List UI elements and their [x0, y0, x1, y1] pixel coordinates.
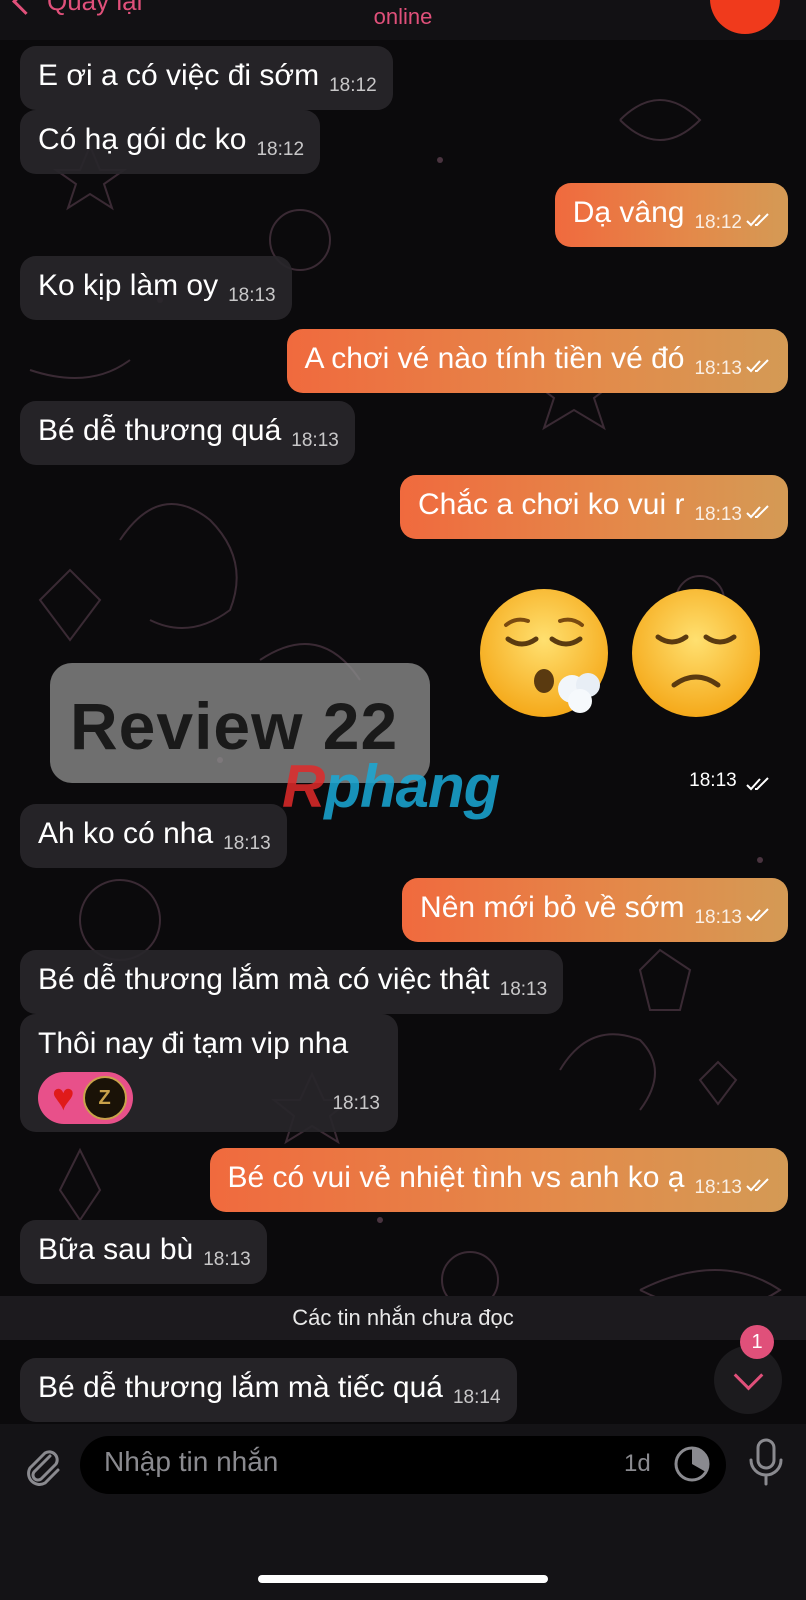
message-time: 18:13 — [694, 907, 742, 928]
exhaling-face-emoji[interactable] — [476, 585, 612, 721]
message-outgoing[interactable]: Nên mới bỏ về sớm 18:13 — [402, 878, 788, 942]
composer-bar: Nhập tin nhắn 1d — [0, 1424, 806, 1600]
message-incoming[interactable]: Bé dễ thương lắm mà tiếc quá 18:14 — [20, 1358, 517, 1422]
paperclip-icon[interactable] — [20, 1444, 64, 1488]
message-text: Ah ko có nha — [38, 817, 214, 850]
message-text: Bé dễ thương lắm mà có việc thật — [38, 963, 490, 996]
sticker-time: 18:13 — [689, 770, 772, 792]
message-outgoing[interactable]: Bé có vui vẻ nhiệt tình vs anh ko ạ 18:13 — [209, 1148, 788, 1212]
chevron-down-icon — [733, 1360, 763, 1390]
message-time: 18:14 — [452, 1387, 501, 1408]
message-text: Bé dễ thương quá — [38, 414, 282, 447]
message-text: Thôi nay đi tạm vip nha — [38, 1027, 349, 1060]
message-time: 18:13 — [291, 430, 339, 451]
message-time: 18:13 — [223, 833, 271, 854]
message-text: Chắc a chơi ko vui r — [418, 488, 685, 521]
message-text: Nên mới bỏ về sớm — [420, 891, 685, 924]
double-check-icon — [746, 1178, 769, 1192]
message-text: Dạ vâng — [572, 196, 685, 229]
reaction-bar[interactable]: ♥ Z — [38, 1072, 133, 1124]
message-time: 18:13 — [694, 358, 742, 379]
home-indicator[interactable] — [258, 1575, 548, 1583]
message-incoming[interactable]: Bé dễ thương quá 18:13 — [20, 401, 355, 465]
message-time: 18:13 — [689, 770, 737, 791]
message-incoming[interactable]: Bữa sau bù 18:13 — [20, 1220, 267, 1284]
message-text: Ko kịp làm oy — [38, 269, 219, 302]
message-text: Bé có vui vẻ nhiệt tình vs anh ko ạ — [227, 1161, 685, 1194]
message-time: 18:12 — [256, 139, 305, 160]
message-text: Bé dễ thương lắm mà tiếc quá — [38, 1371, 443, 1404]
message-time: 18:13 — [203, 1249, 251, 1270]
double-check-icon — [746, 359, 769, 373]
disappointed-face-emoji[interactable] — [628, 585, 764, 721]
message-outgoing[interactable]: Chắc a chơi ko vui r 18:13 — [400, 475, 788, 539]
z-badge-icon: Z — [82, 1076, 127, 1120]
message-time: 18:12 — [694, 212, 742, 233]
heart-icon: ♥ — [52, 1077, 75, 1119]
timer-icon[interactable] — [672, 1444, 712, 1484]
message-time: 18:13 — [694, 504, 742, 525]
message-text: A chơi vé nào tính tiền vé đó — [304, 342, 685, 375]
message-text: E ơi a có việc đi sớm — [38, 59, 320, 92]
message-incoming[interactable]: E ơi a có việc đi sớm 18:12 — [20, 46, 393, 110]
message-time: 18:13 — [332, 1093, 380, 1114]
message-incoming[interactable]: Ah ko có nha 18:13 — [20, 804, 287, 868]
self-destruct-timer-label[interactable]: 1d — [624, 1450, 651, 1478]
message-outgoing[interactable]: Dạ vâng 18:12 — [554, 183, 788, 247]
message-incoming[interactable]: Có hạ gói dc ko 18:12 — [20, 110, 321, 174]
chat-header: Quay lại online — [0, 0, 806, 40]
message-outgoing[interactable]: A chơi vé nào tính tiền vé đó 18:13 — [286, 329, 788, 393]
double-check-icon — [746, 213, 769, 227]
message-time: 18:12 — [329, 75, 377, 96]
unread-count-badge: 1 — [740, 1325, 774, 1359]
message-input-placeholder: Nhập tin nhắn — [104, 1446, 279, 1477]
message-time: 18:13 — [228, 285, 276, 306]
message-time: 18:13 — [694, 1177, 742, 1198]
message-text: Có hạ gói dc ko — [38, 123, 247, 156]
message-incoming[interactable]: Bé dễ thương lắm mà có việc thật 18:13 — [20, 950, 564, 1014]
message-incoming-with-reactions[interactable]: Thôi nay đi tạm vip nha ♥ Z 18:13 — [20, 1014, 398, 1132]
double-check-icon — [746, 505, 769, 519]
double-check-icon — [746, 777, 769, 791]
unread-messages-divider: Các tin nhắn chưa đọc — [0, 1296, 806, 1340]
message-text: Bữa sau bù — [38, 1233, 194, 1266]
watermark-brand-logo: Rphang — [282, 753, 500, 820]
double-check-icon — [746, 908, 769, 922]
message-time: 18:13 — [499, 979, 548, 1000]
message-incoming[interactable]: Ko kịp làm oy 18:13 — [20, 256, 292, 320]
microphone-icon[interactable] — [748, 1438, 784, 1488]
contact-status: online — [373, 4, 433, 29]
